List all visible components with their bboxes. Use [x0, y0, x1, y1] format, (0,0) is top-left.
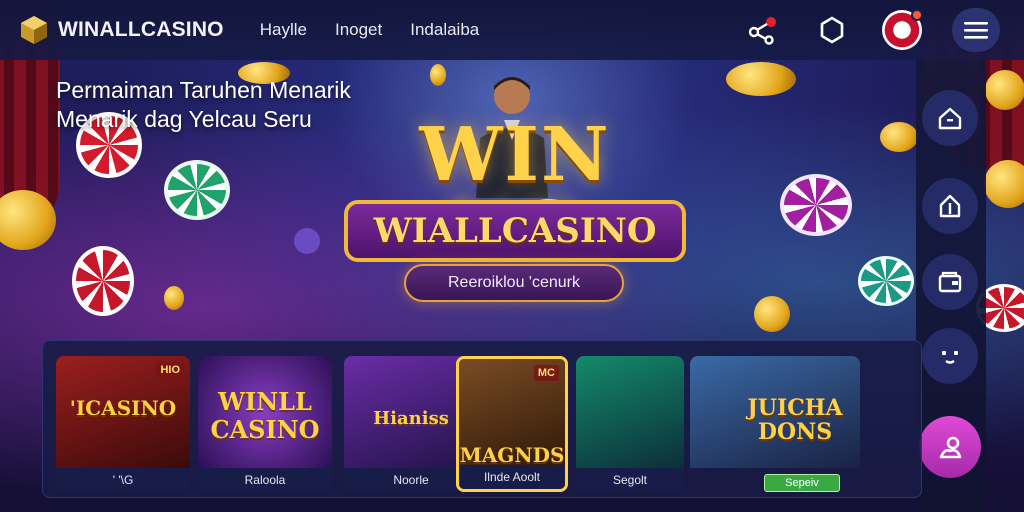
nav-item-haylle[interactable]: Haylle	[260, 20, 307, 40]
gold-coin	[984, 160, 1024, 208]
game-card[interactable]: Segolt	[576, 356, 684, 492]
chat-icon	[942, 351, 958, 364]
game-title: WINLL CASINO	[210, 387, 320, 444]
top-actions	[742, 8, 1000, 52]
poker-chip-purple	[780, 174, 852, 236]
poker-chip-red	[72, 246, 134, 316]
notification-dot	[911, 9, 923, 21]
profile-button[interactable]	[882, 9, 923, 50]
rail-wallet-button[interactable]	[922, 254, 978, 310]
brand-name: WINALLCASINO	[58, 18, 224, 41]
poker-chip-green	[164, 160, 230, 220]
game-card-selected[interactable]: MC MAGNDS Ilnde Aoolt	[456, 356, 568, 492]
rail-home-button[interactable]	[922, 90, 978, 146]
game-badge: MC	[533, 365, 559, 381]
notifications-button[interactable]	[812, 10, 852, 50]
game-caption: Raloola	[198, 468, 332, 492]
gold-coin	[430, 64, 446, 86]
home-icon	[938, 107, 962, 130]
rail-upload-button[interactable]	[922, 178, 978, 234]
game-play-button[interactable]: Sepeiv	[764, 474, 840, 492]
gold-coin	[726, 62, 796, 96]
avatar	[882, 9, 923, 50]
game-badge: HIO	[156, 362, 184, 378]
game-card-art	[576, 356, 684, 468]
game-title: 'ICASINO	[69, 396, 177, 420]
hero-plaque: WIALLCASINO	[344, 200, 686, 262]
gold-coin	[880, 122, 918, 152]
gold-coin	[0, 190, 56, 250]
gold-coin	[754, 296, 790, 332]
gold-cube-icon	[21, 16, 47, 44]
game-card[interactable]: WINLL CASINO Raloola	[198, 356, 332, 492]
menu-button[interactable]	[952, 8, 1000, 52]
hamburger-menu-icon	[964, 22, 988, 39]
gold-coin	[985, 70, 1024, 110]
gold-coin	[164, 286, 184, 310]
app-root: WINALLCASINO Haylle Inoget Indalaiba Per…	[0, 0, 1024, 512]
game-title: JUICHA DONS	[747, 395, 843, 445]
game-caption: Ilnde Aoolt	[459, 465, 565, 489]
poker-chip-teal	[858, 256, 914, 306]
hero-cta-button[interactable]: Reeroiklou 'cenurk	[404, 264, 624, 302]
nav-item-inoget[interactable]: Inoget	[335, 20, 382, 40]
game-card[interactable]: JUICHA DONS	[690, 356, 860, 492]
main-nav: Haylle Inoget Indalaiba	[260, 20, 480, 40]
headline-line-1: Permaiman Taruhen Menarik	[56, 77, 351, 103]
wallet-icon	[938, 271, 962, 293]
game-title: MAGNDS	[459, 443, 565, 467]
logo[interactable]: WINALLCASINO	[18, 14, 224, 46]
game-caption: Segolt	[576, 468, 684, 492]
user-support-icon	[939, 436, 962, 459]
rail-chat-button[interactable]	[922, 328, 978, 384]
poker-chip-purple-small	[294, 228, 320, 254]
nav-item-indalaiba[interactable]: Indalaiba	[410, 20, 479, 40]
upload-icon	[939, 194, 961, 218]
game-caption: ' '\G	[56, 468, 190, 492]
badge-icon	[820, 16, 844, 44]
share-icon	[748, 17, 776, 45]
top-navigation-bar: WINALLCASINO Haylle Inoget Indalaiba	[0, 0, 1024, 60]
game-card[interactable]: HIO 'ICASINO ' '\G	[56, 356, 190, 492]
support-fab-button[interactable]	[919, 416, 981, 478]
share-button[interactable]	[742, 10, 782, 50]
